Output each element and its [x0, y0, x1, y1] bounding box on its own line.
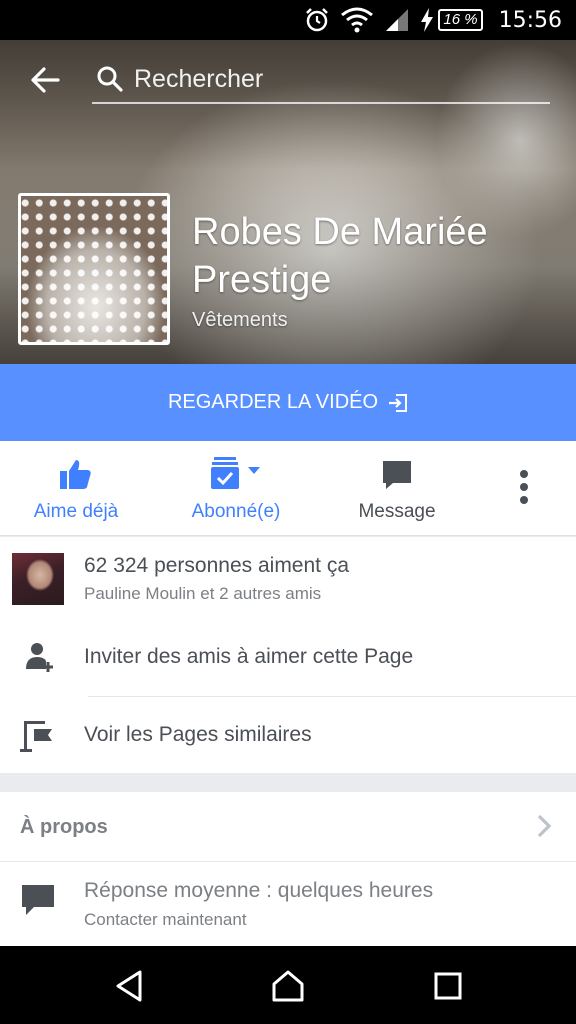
thumbs-up-icon — [60, 460, 91, 489]
profile-picture[interactable] — [18, 193, 170, 345]
nav-home-icon[interactable] — [268, 968, 308, 1004]
message-label: Message — [358, 501, 436, 522]
battery-indicator: 16 % — [420, 8, 483, 32]
signal-icon — [386, 9, 409, 31]
nav-back-icon[interactable] — [110, 968, 150, 1004]
response-time-row[interactable]: Réponse moyenne : quelques heures Contac… — [0, 863, 576, 946]
nav-recents-icon[interactable] — [428, 968, 468, 1004]
like-label: Aime déjà — [33, 501, 119, 522]
external-link-icon — [389, 393, 408, 412]
following-check-icon — [211, 457, 260, 489]
more-vertical-icon — [520, 470, 528, 504]
more-button[interactable] — [506, 441, 542, 536]
page-info-card: 62 324 personnes aiment ça Pauline Mouli… — [0, 537, 576, 773]
watch-video-label: REGARDER LA VIDÉO — [167, 391, 379, 413]
invite-friends-label: Inviter des amis à aimer cette Page — [84, 645, 414, 668]
chevron-right-icon — [537, 814, 552, 838]
wifi-icon — [341, 7, 374, 33]
similar-pages-icon — [20, 721, 52, 752]
back-arrow-icon[interactable] — [26, 62, 66, 98]
about-title: À propos — [20, 816, 108, 838]
watch-video-button[interactable]: REGARDER LA VIDÉO — [0, 364, 576, 441]
avatar — [12, 553, 64, 605]
page-title: Robes De Mariée Prestige — [192, 211, 488, 301]
page-action-bar: Aime déjà Abonné(e) Message — [0, 441, 576, 536]
chat-bubble-icon — [22, 885, 54, 915]
message-icon — [383, 461, 411, 489]
search-icon — [97, 66, 123, 92]
charging-icon — [421, 8, 434, 32]
about-header[interactable]: À propos — [0, 792, 576, 862]
about-card: À propos Réponse moyenne : quelques heur… — [0, 792, 576, 946]
contact-now-link[interactable]: Contacter maintenant — [84, 910, 247, 930]
similar-pages-label: Voir les Pages similaires — [84, 723, 312, 746]
follow-button[interactable]: Abonné(e) — [176, 441, 296, 536]
likes-friends: Pauline Moulin et 2 autres amis — [84, 584, 322, 603]
message-button[interactable]: Message — [340, 441, 454, 536]
similar-pages-row[interactable]: Voir les Pages similaires — [0, 697, 576, 773]
system-nav-bar — [0, 946, 576, 1024]
clock: 15:56 — [498, 7, 562, 33]
like-button[interactable]: Aime déjà — [20, 441, 132, 536]
follow-label: Abonné(e) — [191, 501, 281, 522]
invite-friends-row[interactable]: Inviter des amis à aimer cette Page — [0, 619, 576, 697]
alarm-icon — [306, 8, 329, 32]
search-bar[interactable]: Rechercher — [92, 56, 550, 104]
search-input[interactable]: Rechercher — [134, 65, 263, 94]
battery-level: 16 % — [438, 9, 483, 31]
status-bar: 16 % 15:56 — [0, 0, 576, 40]
page-category: Vêtements — [192, 309, 288, 331]
response-time-label: Réponse moyenne : quelques heures — [84, 879, 434, 902]
likes-row[interactable]: 62 324 personnes aiment ça Pauline Mouli… — [0, 537, 576, 619]
likes-count: 62 324 personnes aiment ça — [84, 554, 350, 577]
add-friend-icon — [26, 643, 53, 672]
